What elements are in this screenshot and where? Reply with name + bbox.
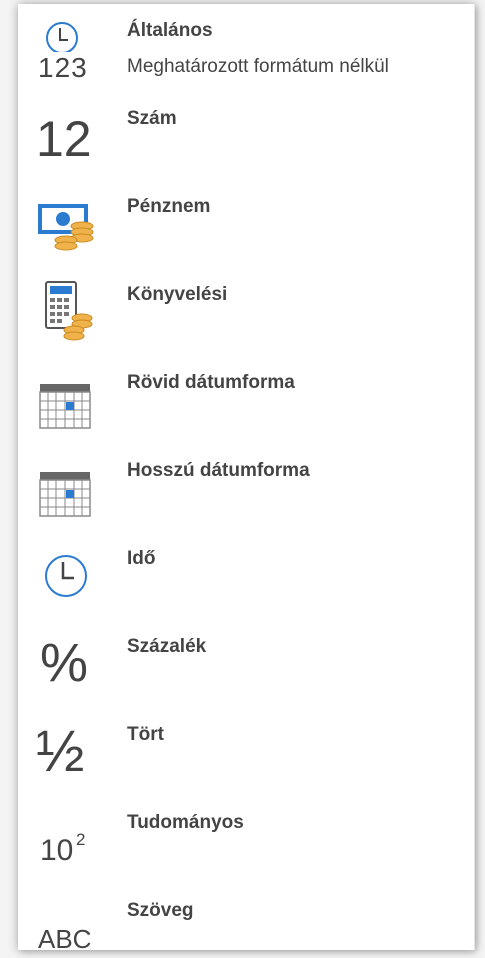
menu-item-general[interactable]: 123 Általános Meghatározott formátum nél…	[18, 4, 474, 92]
glyph-ten: 10	[40, 834, 74, 867]
glyph-123: 123	[38, 52, 88, 83]
menu-item-percentage[interactable]: % Százalék	[18, 620, 474, 708]
accounting-icon	[32, 276, 98, 342]
menu-item-text[interactable]: ABC Szöveg	[18, 884, 474, 954]
clock-icon	[32, 540, 98, 606]
currency-icon	[32, 188, 98, 254]
menu-item-fraction[interactable]: ½ Tört	[18, 708, 474, 796]
menu-item-label: Rövid dátumforma	[127, 372, 295, 393]
scientific-icon: 10 2	[32, 804, 98, 870]
number-icon: 12	[32, 100, 98, 167]
calendar-long-icon	[32, 452, 98, 518]
percent-icon: %	[32, 628, 98, 694]
menu-item-label: Szám	[127, 108, 177, 129]
menu-item-label: Tört	[127, 724, 164, 745]
menu-item-label: Tudományos	[127, 812, 244, 833]
menu-item-scientific[interactable]: 10 2 Tudományos	[18, 796, 474, 884]
menu-item-short-date[interactable]: Rövid dátumforma	[18, 356, 474, 444]
menu-item-number[interactable]: 12 Szám	[18, 92, 474, 180]
menu-item-label: Pénznem	[127, 196, 211, 217]
menu-item-currency[interactable]: Pénznem	[18, 180, 474, 268]
menu-item-time[interactable]: Idő	[18, 532, 474, 620]
menu-item-label: Idő	[127, 548, 156, 569]
fraction-icon: ½	[32, 716, 98, 784]
menu-item-label: Általános	[127, 20, 213, 41]
glyph-exponent: 2	[76, 830, 86, 849]
glyph-abc: ABC	[38, 924, 92, 954]
menu-item-label: Hosszú dátumforma	[127, 460, 310, 481]
text-icon: ABC	[32, 892, 98, 958]
number-format-menu: 123 Általános Meghatározott formátum nél…	[18, 4, 475, 954]
menu-item-description: Meghatározott formátum nélkül	[127, 56, 389, 77]
calendar-short-icon	[32, 364, 98, 430]
menu-item-label: Szöveg	[127, 900, 194, 921]
glyph-12: 12	[36, 111, 92, 167]
menu-item-long-date[interactable]: Hosszú dátumforma	[18, 444, 474, 532]
menu-item-accounting[interactable]: Könyvelési	[18, 268, 474, 356]
clock-123-icon: 123	[32, 12, 98, 83]
menu-item-label: Százalék	[127, 636, 207, 657]
glyph-half: ½	[36, 719, 85, 784]
menu-item-label: Könyvelési	[127, 284, 228, 305]
glyph-percent: %	[40, 633, 89, 693]
